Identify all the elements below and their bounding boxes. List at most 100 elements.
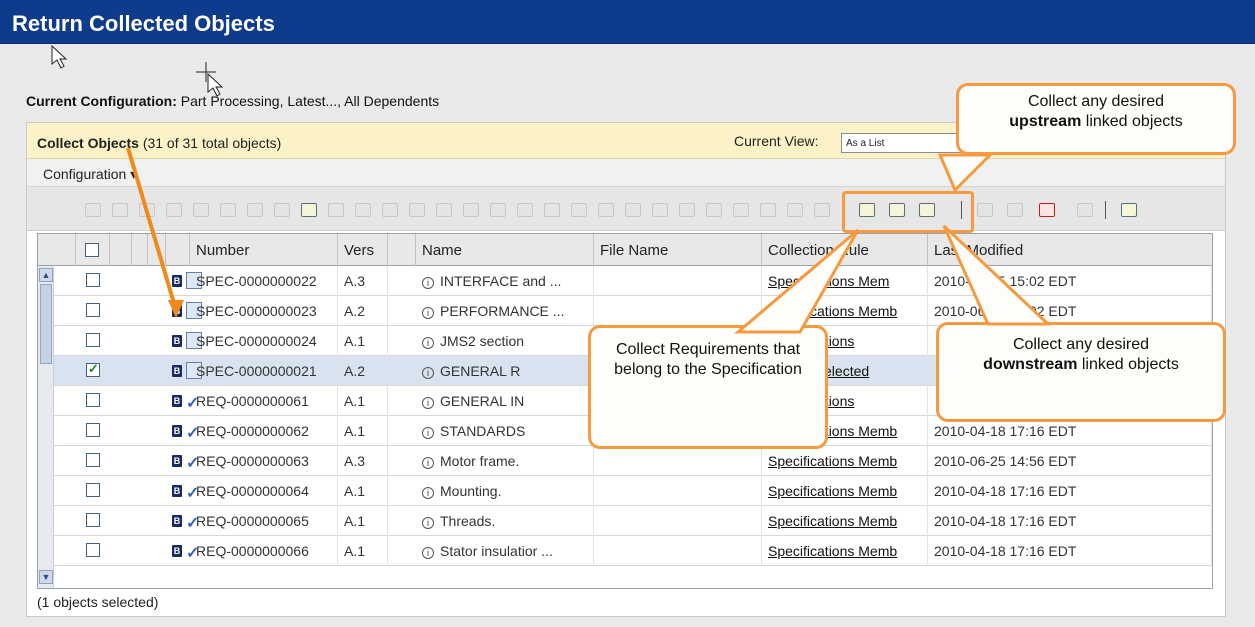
scroll-up-icon[interactable]: ▲	[39, 268, 53, 282]
table-row[interactable]: B SPEC-0000000022 A.3 i INTERFACE and ... Spe…	[38, 266, 1212, 296]
cell-collection-rule[interactable]: Specifications Memb	[762, 536, 928, 566]
toolbar-icon[interactable]	[975, 201, 995, 219]
toolbar-icon[interactable]	[137, 201, 157, 219]
object-type-icon: B	[172, 485, 182, 497]
export-icon[interactable]	[1119, 201, 1139, 219]
row-checkbox[interactable]	[86, 513, 100, 527]
toolbar-icon[interactable]	[461, 201, 481, 219]
cell-last-modified: 2010-04-18 17:16 EDT	[928, 506, 1212, 536]
toolbar-icon[interactable]	[650, 201, 670, 219]
header-select-all	[76, 234, 110, 266]
toolbar-icon[interactable]	[191, 201, 211, 219]
toolbar-icon[interactable]	[272, 201, 292, 219]
object-type-icon: B	[172, 545, 182, 557]
cell-number: REQ-0000000064	[190, 476, 338, 506]
table-row[interactable]: B ✓ REQ-0000000066 A.1 i Stator insulatior ..…	[38, 536, 1212, 566]
cell-collection-rule[interactable]: Specifications Memb	[762, 296, 928, 326]
toolbar-icon[interactable]	[380, 201, 400, 219]
info-icon[interactable]: i	[422, 277, 434, 289]
cell-collection-rule[interactable]: Specifications Memb	[762, 476, 928, 506]
row-checkbox[interactable]	[86, 333, 100, 347]
toolbar-icon[interactable]	[677, 201, 697, 219]
info-icon[interactable]: i	[422, 547, 434, 559]
row-checkbox[interactable]	[86, 393, 100, 407]
row-checkbox[interactable]	[86, 303, 100, 317]
menubar: Configuration ▾	[27, 159, 1225, 187]
toolbar-icon[interactable]	[596, 201, 616, 219]
info-icon[interactable]: i	[422, 307, 434, 319]
cell-number: REQ-0000000063	[190, 446, 338, 476]
header-last-modified[interactable]: Last Modified	[928, 234, 1212, 266]
toolbar-icon[interactable]	[83, 201, 103, 219]
toolbar-icon[interactable]	[299, 201, 319, 219]
table-row[interactable]: B ✓ REQ-0000000064 A.1 i Mounting. Specificati…	[38, 476, 1212, 506]
toolbar-icon[interactable]	[758, 201, 778, 219]
toolbar-separator	[1105, 201, 1106, 219]
table-row[interactable]: B ✓ REQ-0000000063 A.3 i Motor frame. Specific…	[38, 446, 1212, 476]
toolbar-icon[interactable]	[731, 201, 751, 219]
toolbar-icon[interactable]	[164, 201, 184, 219]
toolbar-icon[interactable]	[542, 201, 562, 219]
scroll-down-icon[interactable]: ▼	[39, 570, 53, 584]
callout-upstream: Collect any desired upstream linked obje…	[956, 83, 1236, 155]
info-icon[interactable]: i	[422, 367, 434, 379]
info-icon[interactable]: i	[422, 397, 434, 409]
toolbar-icon[interactable]	[110, 201, 130, 219]
callout-downstream-line1: Collect any desired	[1012, 336, 1150, 353]
current-configuration-value: Part Processing, Latest..., All Dependen…	[180, 93, 440, 109]
remove-icon[interactable]	[1037, 201, 1057, 219]
toolbar-icon[interactable]	[704, 201, 724, 219]
header-file-name[interactable]: File Name	[594, 234, 762, 266]
header-info	[388, 234, 416, 266]
header-name[interactable]: Name	[416, 234, 594, 266]
toolbar-icon[interactable]	[407, 201, 427, 219]
toolbar-icon[interactable]	[1005, 201, 1025, 219]
refresh-icon[interactable]	[1075, 201, 1095, 219]
callout-downstream: Collect any desired downstream linked ob…	[936, 322, 1226, 422]
vertical-scrollbar[interactable]: ▲ ▼	[38, 266, 54, 588]
cell-file-name	[594, 296, 762, 326]
info-icon[interactable]: i	[422, 337, 434, 349]
row-checkbox[interactable]	[86, 543, 100, 557]
toolbar-icon[interactable]	[488, 201, 508, 219]
toolbar-icon[interactable]	[812, 201, 832, 219]
cell-last-modified: 2010-04-18 17:16 EDT	[928, 536, 1212, 566]
row-checkbox[interactable]	[86, 423, 100, 437]
configuration-menu[interactable]: Configuration ▾	[43, 166, 137, 183]
row-checkbox[interactable]	[86, 483, 100, 497]
toolbar-icon[interactable]	[785, 201, 805, 219]
name-text: JMS2 section	[440, 333, 525, 349]
object-type-icon: B	[172, 365, 182, 377]
info-icon[interactable]: i	[422, 427, 434, 439]
toolbar-icon[interactable]	[353, 201, 373, 219]
cell-last-modified: 2010-06-25 14:56 EDT	[928, 446, 1212, 476]
row-checkbox[interactable]	[86, 453, 100, 467]
select-all-checkbox[interactable]	[85, 243, 99, 257]
cell-collection-rule[interactable]: Specifications Memb	[762, 446, 928, 476]
header-collection-rule[interactable]: Collection Rule	[762, 234, 928, 266]
cell-collection-rule[interactable]: Specifications Memb	[762, 506, 928, 536]
scroll-thumb[interactable]	[40, 284, 52, 364]
window-title: Return Collected Objects	[12, 11, 275, 36]
toolbar-icon[interactable]	[515, 201, 535, 219]
cell-version: A.3	[338, 266, 388, 296]
toolbar-icon[interactable]	[326, 201, 346, 219]
info-icon[interactable]: i	[422, 517, 434, 529]
row-checkbox[interactable]	[86, 273, 100, 287]
cell-name: i Stator insulatior ...	[416, 536, 594, 566]
row-checkbox[interactable]	[86, 361, 100, 377]
panel-title-bold: Collect Objects	[37, 135, 139, 151]
info-icon[interactable]: i	[422, 457, 434, 469]
cell-collection-rule[interactable]: Specifications Mem	[762, 266, 928, 296]
toolbar-icon[interactable]	[218, 201, 238, 219]
info-icon[interactable]: i	[422, 487, 434, 499]
toolbar-icon[interactable]	[569, 201, 589, 219]
header-version[interactable]: Vers	[338, 234, 388, 266]
toolbar-icon[interactable]	[245, 201, 265, 219]
toolbar-icon[interactable]	[434, 201, 454, 219]
header-number[interactable]: Number	[190, 234, 338, 266]
object-type-icon: B	[172, 305, 182, 317]
table-row[interactable]: B ✓ REQ-0000000065 A.1 i Threads. Specificatio…	[38, 506, 1212, 536]
toolbar-icon[interactable]	[623, 201, 643, 219]
panel-title-count: (31 of 31 total objects)	[142, 135, 282, 151]
